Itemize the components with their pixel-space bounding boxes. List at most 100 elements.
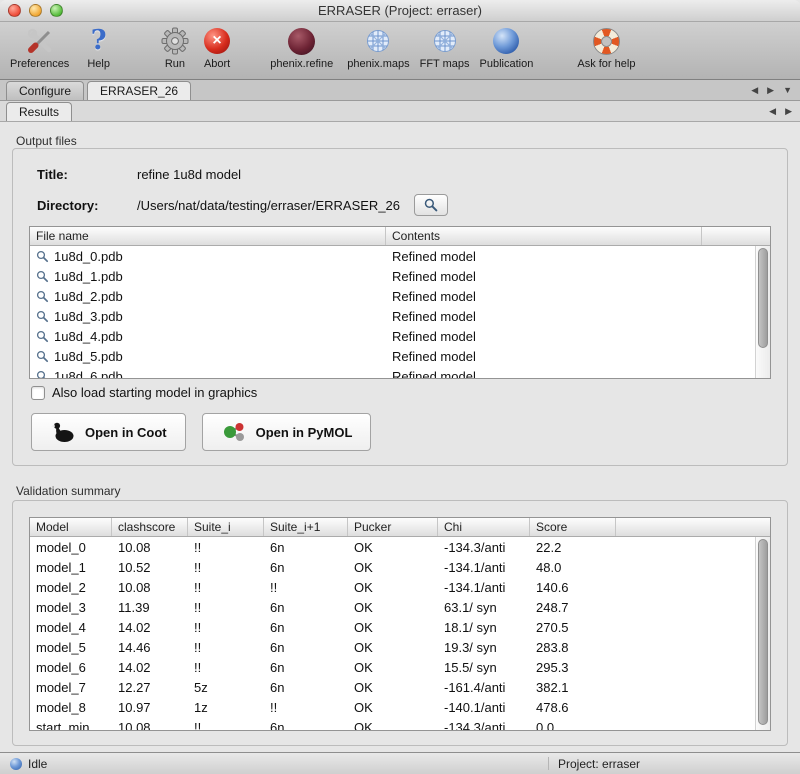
cell-model: model_2	[30, 580, 112, 595]
magnifier-icon	[424, 198, 438, 212]
table-row[interactable]: model_6 14.02 !! 6n OK 15.5/ syn 295.3	[30, 657, 770, 677]
toolbar-phenix-maps[interactable]: phenix.maps	[347, 25, 409, 70]
tab-list-icon[interactable]: ▼	[783, 85, 792, 96]
tab-scroll-right-icon[interactable]: ▶	[767, 85, 774, 96]
table-row[interactable]: 1u8d_2.pdb Refined model	[30, 286, 770, 306]
cell-suite-i: !!	[188, 620, 264, 635]
ask-for-help-icon	[593, 25, 620, 57]
pymol-icon	[221, 419, 247, 445]
cell-pucker: OK	[348, 600, 438, 615]
browse-directory-button[interactable]	[414, 194, 448, 216]
open-in-coot-button[interactable]: Open in Coot	[31, 413, 186, 451]
directory-value: /Users/nat/data/testing/erraser/ERRASER_…	[137, 198, 400, 213]
column-header-model[interactable]: Model	[30, 518, 112, 536]
column-header-clashscore[interactable]: clashscore	[112, 518, 188, 536]
table-row[interactable]: 1u8d_3.pdb Refined model	[30, 306, 770, 326]
toolbar-abort[interactable]: × Abort	[204, 25, 230, 70]
minimize-button[interactable]	[29, 4, 42, 17]
tab-results[interactable]: Results	[6, 102, 72, 121]
tab-erraser-26[interactable]: ERRASER_26	[87, 81, 191, 100]
table-row[interactable]: model_0 10.08 !! 6n OK -134.3/anti 22.2	[30, 537, 770, 557]
file-contents: Refined model	[386, 369, 702, 380]
directory-label: Directory:	[37, 198, 137, 213]
cell-clashscore: 14.02	[112, 620, 188, 635]
toolbar-preferences[interactable]: Preferences	[10, 25, 69, 70]
toolbar-label: Preferences	[10, 58, 69, 70]
table-row[interactable]: 1u8d_1.pdb Refined model	[30, 266, 770, 286]
tab-configure[interactable]: Configure	[6, 81, 84, 100]
abort-icon: ×	[204, 25, 230, 57]
column-header-pucker[interactable]: Pucker	[348, 518, 438, 536]
cell-suite-i: !!	[188, 600, 264, 615]
scrollbar-thumb[interactable]	[758, 539, 768, 725]
sub-tab-scroll-left-icon[interactable]: ◀	[769, 106, 776, 117]
toolbar-publication[interactable]: Publication	[480, 25, 534, 70]
cell-suite-i1: 6n	[264, 560, 348, 575]
status-divider	[548, 757, 549, 770]
cell-chi: 15.5/ syn	[438, 660, 530, 675]
column-header-blank[interactable]	[702, 227, 770, 245]
table-row[interactable]: model_1 10.52 !! 6n OK -134.1/anti 48.0	[30, 557, 770, 577]
cell-suite-i: !!	[188, 660, 264, 675]
scrollbar-thumb[interactable]	[758, 248, 768, 348]
close-button[interactable]	[8, 4, 21, 17]
column-header-blank[interactable]	[616, 518, 770, 536]
button-label: Open in Coot	[85, 425, 167, 440]
table-row[interactable]: model_4 14.02 !! 6n OK 18.1/ syn 270.5	[30, 617, 770, 637]
sub-tab-bar: Results ◀ ▶	[0, 101, 800, 122]
table-row[interactable]: 1u8d_4.pdb Refined model	[30, 326, 770, 346]
cell-score: 22.2	[530, 540, 616, 555]
table-row[interactable]: 1u8d_5.pdb Refined model	[30, 346, 770, 366]
table-row[interactable]: 1u8d_0.pdb Refined model	[30, 246, 770, 266]
cell-score: 0.0	[530, 720, 616, 732]
column-header-suite-i[interactable]: Suite_i	[188, 518, 264, 536]
cell-suite-i1: 6n	[264, 720, 348, 732]
magnifier-icon	[36, 330, 49, 343]
load-starting-model-checkbox[interactable]	[31, 386, 45, 400]
sub-tab-scroll-right-icon[interactable]: ▶	[785, 106, 792, 117]
cell-score: 295.3	[530, 660, 616, 675]
file-name: 1u8d_3.pdb	[54, 309, 123, 324]
file-contents: Refined model	[386, 309, 702, 324]
toolbar-help[interactable]: ? Help	[87, 25, 110, 70]
toolbar-label: phenix.refine	[270, 58, 333, 70]
cell-clashscore: 10.52	[112, 560, 188, 575]
column-header-contents[interactable]: Contents	[386, 227, 702, 245]
toolbar-phenix-refine[interactable]: phenix.refine	[270, 25, 333, 70]
window-title: ERRASER (Project: erraser)	[318, 3, 482, 18]
validation-summary-label: Validation summary	[16, 484, 120, 498]
file-name: 1u8d_2.pdb	[54, 289, 123, 304]
output-files-label: Output files	[16, 134, 77, 148]
vertical-scrollbar[interactable]	[755, 537, 770, 730]
file-contents: Refined model	[386, 249, 702, 264]
vertical-scrollbar[interactable]	[755, 246, 770, 378]
toolbar-run[interactable]: Run	[160, 25, 190, 70]
magnifier-icon	[36, 370, 49, 380]
cell-chi: 19.3/ syn	[438, 640, 530, 655]
zoom-button[interactable]	[50, 4, 63, 17]
table-row[interactable]: model_5 14.46 !! 6n OK 19.3/ syn 283.8	[30, 637, 770, 657]
table-row[interactable]: start_min 10.08 !! 6n OK -134.3/anti 0.0	[30, 717, 770, 731]
open-in-pymol-button[interactable]: Open in PyMOL	[202, 413, 372, 451]
app-window: ERRASER (Project: erraser) Preferences ?…	[0, 0, 800, 774]
title-value: refine 1u8d model	[137, 167, 241, 182]
output-files-group: Title: refine 1u8d model Directory: /Use…	[12, 148, 788, 466]
cell-suite-i1: !!	[264, 700, 348, 715]
cell-model: start_min	[30, 720, 112, 732]
toolbar-ask-for-help[interactable]: Ask for help	[577, 25, 635, 70]
table-row[interactable]: model_7 12.27 5z 6n OK -161.4/anti 382.1	[30, 677, 770, 697]
toolbar-fft-maps[interactable]: FFT maps	[420, 25, 470, 70]
column-header-score[interactable]: Score	[530, 518, 616, 536]
table-row[interactable]: model_2 10.08 !! !! OK -134.1/anti 140.6	[30, 577, 770, 597]
file-name: 1u8d_6.pdb	[54, 369, 123, 380]
table-row[interactable]: model_8 10.97 1z !! OK -140.1/anti 478.6	[30, 697, 770, 717]
cell-chi: -140.1/anti	[438, 700, 530, 715]
cell-suite-i: !!	[188, 640, 264, 655]
column-header-suite-i1[interactable]: Suite_i+1	[264, 518, 348, 536]
table-row[interactable]: model_3 11.39 !! 6n OK 63.1/ syn 248.7	[30, 597, 770, 617]
column-header-file-name[interactable]: File name	[30, 227, 386, 245]
column-header-chi[interactable]: Chi	[438, 518, 530, 536]
tab-scroll-left-icon[interactable]: ◀	[751, 85, 758, 96]
table-row[interactable]: 1u8d_6.pdb Refined model	[30, 366, 770, 379]
file-contents: Refined model	[386, 329, 702, 344]
